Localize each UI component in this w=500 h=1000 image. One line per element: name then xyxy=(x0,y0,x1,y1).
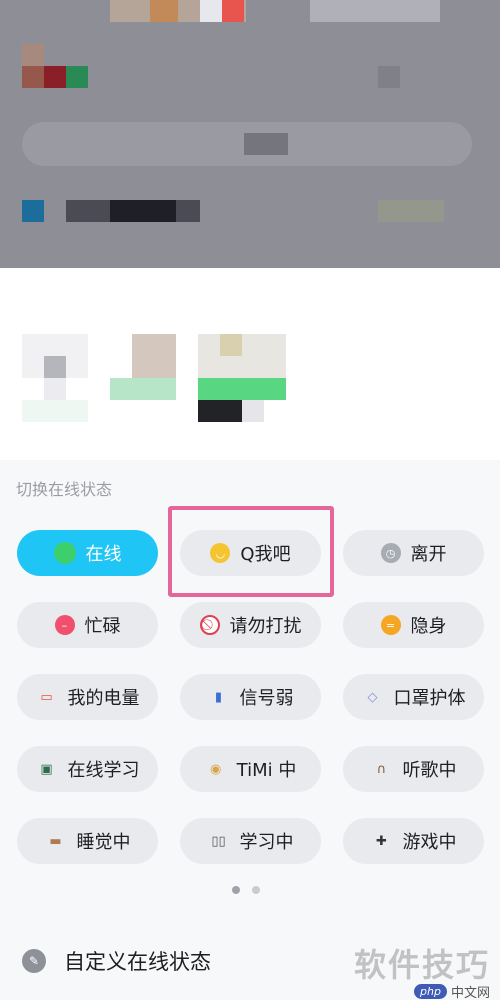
blurred-header-block xyxy=(150,0,178,22)
blurred-status-card xyxy=(44,378,66,400)
custom-status-button[interactable]: ✎ 自定义在线状态 xyxy=(22,946,211,976)
blurred-status-card xyxy=(22,400,88,422)
blurred-header-block xyxy=(200,0,222,22)
blurred-status-card xyxy=(198,334,286,378)
online-dot-icon xyxy=(53,542,76,564)
status-option-3[interactable]: ◷ 离开 xyxy=(343,530,484,576)
battery-icon: ▭ xyxy=(40,689,53,705)
status-option-13[interactable]: ▬ 睡觉中 xyxy=(17,818,158,864)
status-option-label: 听歌中 xyxy=(402,760,457,781)
blurred-list-item xyxy=(110,200,176,222)
status-option-label: TiMi 中 xyxy=(236,760,297,781)
status-option-5[interactable]: ⃠ 请勿打扰 xyxy=(180,602,321,648)
status-option-7[interactable]: ▭ 我的电量 xyxy=(17,674,158,720)
gamepad-icon: ✚ xyxy=(376,833,387,849)
status-preview-area xyxy=(0,268,500,460)
page-indicator xyxy=(232,886,260,894)
status-option-label: 在线学习 xyxy=(67,760,140,781)
status-option-label: 忙碌 xyxy=(84,616,121,637)
signal-icon: ▮ xyxy=(214,689,223,705)
blurred-avatar xyxy=(22,44,44,66)
custom-status-label: 自定义在线状态 xyxy=(64,950,211,974)
page-dot[interactable] xyxy=(252,886,260,894)
blurred-status-card xyxy=(198,378,286,400)
blurred-avatar xyxy=(22,66,44,88)
section-title: 切换在线状态 xyxy=(16,480,113,499)
status-option-6[interactable]: = 隐身 xyxy=(343,602,484,648)
blurred-header-block xyxy=(310,0,440,22)
status-option-10[interactable]: ▣ 在线学习 xyxy=(17,746,158,792)
bed-icon: ▬ xyxy=(49,833,62,849)
status-option-1[interactable]: 在线 xyxy=(17,530,158,576)
status-option-label: 在线 xyxy=(85,544,122,565)
watermark: 软件技巧 php 中文网 xyxy=(353,940,490,1000)
status-option-label: 隐身 xyxy=(410,616,447,637)
computer-study-icon: ▣ xyxy=(40,761,53,777)
status-option-12[interactable]: ∩ 听歌中 xyxy=(343,746,484,792)
blurred-list-item xyxy=(22,200,44,222)
status-option-label: Q我吧 xyxy=(240,544,291,565)
blurred-list-item xyxy=(378,200,444,222)
status-option-label: 游戏中 xyxy=(402,832,457,853)
blurred-icon xyxy=(378,66,400,88)
blurred-status-card xyxy=(132,334,176,378)
status-option-label: 请勿打扰 xyxy=(229,616,302,637)
no-disturb-icon: ⃠ xyxy=(199,615,220,635)
timi-game-icon: ◉ xyxy=(209,761,222,777)
status-option-label: 离开 xyxy=(410,544,447,565)
status-option-label: 信号弱 xyxy=(239,688,294,709)
blurred-status-card xyxy=(110,378,176,400)
clock-icon: ◷ xyxy=(380,543,401,563)
status-options-panel: 切换在线状态 在线 ◡ Q我吧 ◷ 离开 –忙碌⃠ 请勿打扰 = 隐身 ▭ 我的电量 ▮ 信号弱 ◇ 口罩护… xyxy=(0,460,500,1000)
book-icon: ▯▯ xyxy=(211,833,226,849)
smiley-icon: ◡ xyxy=(210,543,231,563)
status-option-4[interactable]: – 忙碌 xyxy=(17,602,158,648)
status-option-label: 睡觉中 xyxy=(76,832,131,853)
status-option-label: 口罩护体 xyxy=(393,688,466,709)
page-dot-active[interactable] xyxy=(232,886,240,894)
status-option-label: 学习中 xyxy=(239,832,294,853)
pencil-icon: ✎ xyxy=(22,949,46,973)
blurred-status-card xyxy=(242,400,264,422)
status-option-9[interactable]: ◇ 口罩护体 xyxy=(343,674,484,720)
watermark-site-name: 中文网 xyxy=(450,986,490,1000)
status-option-15[interactable]: ✚ 游戏中 xyxy=(343,818,484,864)
blurred-status-card xyxy=(44,356,66,378)
status-option-14[interactable]: ▯▯ 学习中 xyxy=(180,818,321,864)
blurred-search-bar xyxy=(244,133,288,155)
busy-icon: – xyxy=(54,615,75,635)
blurred-avatar xyxy=(44,66,66,88)
watermark-text: 软件技巧 xyxy=(353,946,490,984)
status-option-11[interactable]: ◉ TiMi 中 xyxy=(180,746,321,792)
dimmed-background-overlay[interactable] xyxy=(0,0,500,268)
blurred-header-block xyxy=(222,0,244,22)
status-option-label: 我的电量 xyxy=(67,688,140,709)
status-option-2[interactable]: ◡ Q我吧 xyxy=(180,530,321,576)
watermark-site: php 中文网 xyxy=(414,982,490,1000)
blurred-status-card xyxy=(220,334,242,356)
blurred-avatar xyxy=(66,66,88,88)
mask-icon: ◇ xyxy=(367,689,378,705)
headphones-icon: ∩ xyxy=(376,761,387,777)
watermark-badge: php xyxy=(414,984,447,999)
status-option-8[interactable]: ▮ 信号弱 xyxy=(180,674,321,720)
blurred-status-card xyxy=(198,400,242,422)
invisible-icon: = xyxy=(380,615,401,635)
